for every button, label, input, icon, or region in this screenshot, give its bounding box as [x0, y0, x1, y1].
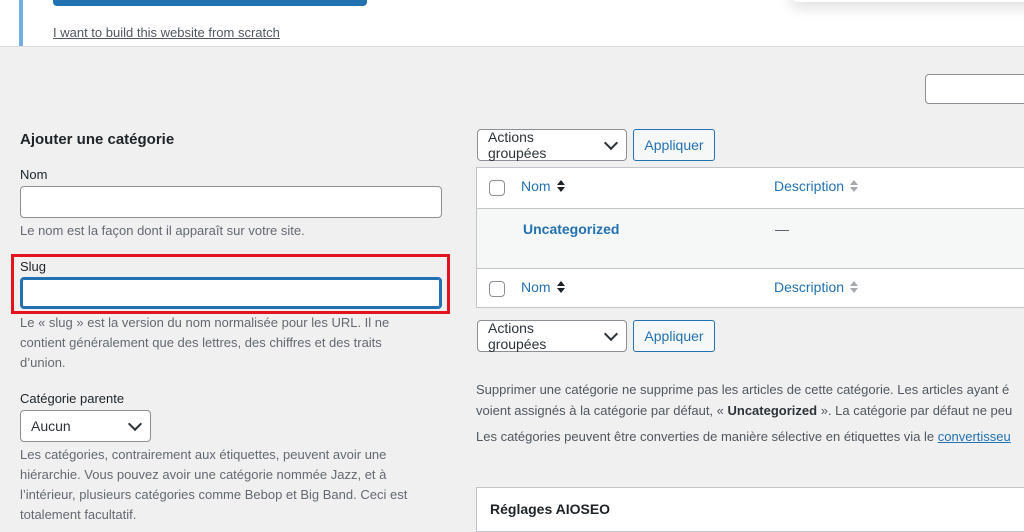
floating-card: [790, 0, 1024, 2]
highlight-box: [11, 254, 450, 314]
category-name-link[interactable]: Uncategorized: [523, 221, 619, 237]
column-name-label: Nom: [521, 178, 551, 194]
sort-icon: [850, 180, 859, 192]
notice-primary-button[interactable]: [53, 0, 367, 6]
sort-icon: [556, 180, 565, 192]
bulk-actions-select-top[interactable]: Actions groupées: [477, 129, 627, 161]
sort-name-column-bottom[interactable]: Nom: [521, 279, 565, 295]
parent-label: Catégorie parente: [20, 391, 125, 406]
default-category-name: Uncategorized: [727, 403, 818, 418]
search-input[interactable]: [925, 74, 1024, 104]
parent-category-select[interactable]: Aucun: [20, 410, 151, 442]
panel-title: Réglages AIOSEO: [490, 501, 611, 517]
aioseo-settings-panel: Réglages AIOSEO: [476, 487, 1024, 532]
parent-help-line: l’intérieur, plusieurs catégories comme …: [20, 487, 408, 502]
chevron-down-icon: [603, 326, 619, 341]
parent-help: Les catégories, contrairement aux étique…: [20, 445, 407, 525]
column-name-label: Nom: [521, 279, 551, 295]
info-line: voient assignés à la catégorie par défau…: [476, 403, 1013, 418]
select-all-checkbox-bottom[interactable]: [489, 281, 505, 297]
chevron-down-icon: [127, 416, 143, 431]
parent-help-line: hiérarchie. Vous pouvez avoir une catégo…: [20, 467, 387, 482]
sort-icon: [850, 281, 859, 293]
bulk-actions-select-bottom[interactable]: Actions groupées: [477, 320, 627, 352]
build-from-scratch-link[interactable]: I want to build this website from scratc…: [53, 25, 280, 40]
category-description: —: [775, 221, 789, 237]
sort-description-column-bottom[interactable]: Description: [774, 279, 859, 295]
name-input[interactable]: [20, 186, 442, 218]
slug-help: Le « slug » est la version du nom normal…: [20, 313, 389, 373]
parent-help-line: Les catégories, contrairement aux étique…: [20, 447, 387, 462]
bulk-select-label: Actions groupées: [488, 129, 547, 161]
convert-paragraph: Les catégories peuvent être converties d…: [476, 429, 1011, 444]
slug-help-line: d’union.: [20, 355, 66, 370]
sort-icon: [556, 281, 565, 293]
info-paragraph: Supprimer une catégorie ne supprime pas …: [476, 379, 1012, 421]
form-title: Ajouter une catégorie: [20, 131, 175, 148]
table-row: Uncategorized —: [477, 208, 1024, 269]
name-help: Le nom est la façon dont il apparaît sur…: [20, 223, 305, 238]
converter-link[interactable]: convertisseu: [938, 429, 1011, 444]
table-footer: Nom Description: [477, 269, 1024, 309]
slug-help-line: Le « slug » est la version du nom normal…: [20, 315, 390, 330]
categories-table: Nom Description Uncategorized — Nom Desc…: [476, 167, 1024, 308]
table-header: Nom Description: [477, 168, 1024, 208]
column-description-label: Description: [774, 178, 845, 194]
select-all-checkbox[interactable]: [489, 180, 505, 196]
info-line: Supprimer une catégorie ne supprime pas …: [476, 382, 1010, 397]
column-description-label: Description: [774, 279, 845, 295]
bulk-select-label: Actions groupées: [488, 320, 547, 352]
parent-help-line: totalement facultatif.: [20, 507, 137, 522]
parent-select-value: Aucun: [31, 418, 71, 434]
sort-description-column[interactable]: Description: [774, 178, 859, 194]
name-label: Nom: [20, 167, 48, 182]
slug-help-line: contient généralement que des lettres, d…: [20, 335, 382, 350]
sort-name-column[interactable]: Nom: [521, 178, 565, 194]
apply-button-bottom[interactable]: Appliquer: [633, 320, 715, 352]
chevron-down-icon: [603, 135, 619, 150]
notice-accent-bar: [19, 0, 23, 46]
apply-button-top[interactable]: Appliquer: [633, 129, 715, 161]
